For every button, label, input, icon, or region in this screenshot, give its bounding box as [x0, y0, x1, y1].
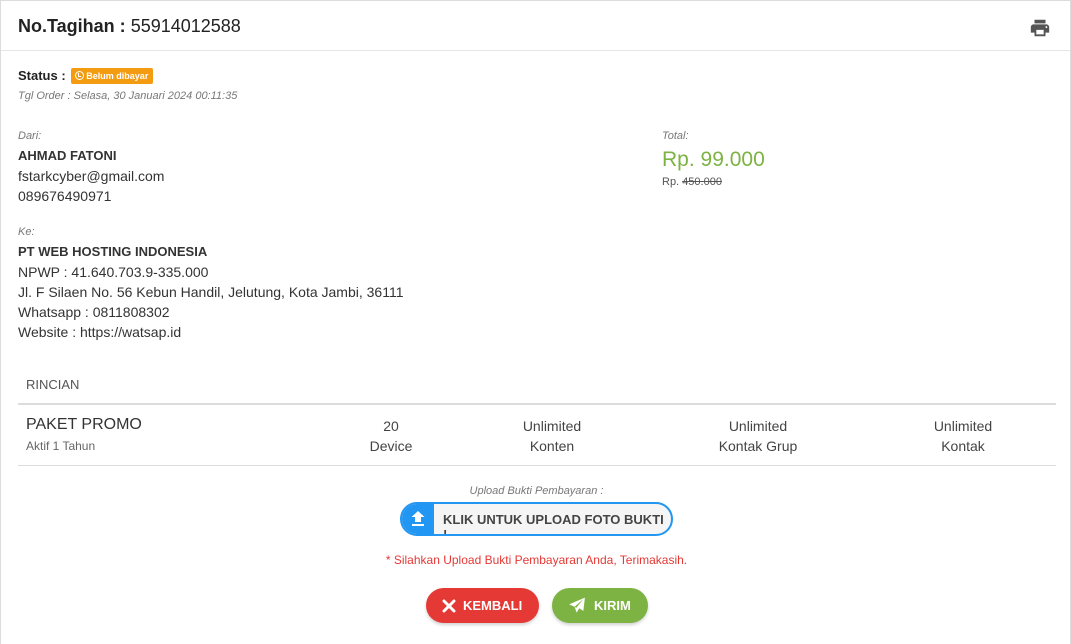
upload-proof-button[interactable]: KLIK UNTUK UPLOAD FOTO BUKTI !: [400, 502, 673, 536]
send-button-label: KIRIM: [594, 598, 631, 613]
feature-label: Kontak Grup: [718, 438, 798, 454]
details-row: PAKET PROMO Aktif 1 Tahun 20 Device Unli…: [18, 403, 1056, 466]
invoice-header: No.Tagihan : 55914012588: [1, 1, 1070, 51]
total-block: Total: Rp. 99.000 Rp. 450.000: [662, 130, 765, 188]
status-badge-text: Belum dibayar: [86, 71, 149, 81]
recipient-website: Website : https://watsap.id: [18, 324, 182, 340]
upload-button-label: KLIK UNTUK UPLOAD FOTO BUKTI !: [443, 512, 664, 536]
sender-label: Dari:: [18, 130, 42, 142]
status-row: Status : Belum dibayar: [18, 68, 154, 84]
sender-name: AHMAD FATONI: [18, 148, 117, 163]
recipient-name: PT WEB HOSTING INDONESIA: [18, 244, 208, 259]
sender-phone: 089676490971: [18, 188, 112, 204]
invoice-number-label: No.Tagihan :: [18, 16, 126, 36]
feature-value: Unlimited: [522, 418, 582, 434]
recipient-block: Ke: PT WEB HOSTING INDONESIA NPWP : 41.6…: [18, 226, 404, 342]
sender-block: Dari: AHMAD FATONI fstarkcyber@gmail.com…: [18, 130, 164, 206]
package-duration: Aktif 1 Tahun: [26, 439, 96, 453]
original-price: Rp. 450.000: [662, 176, 765, 188]
status-label: Status :: [18, 68, 66, 83]
send-button[interactable]: KIRIM: [552, 588, 648, 623]
feature-contacts: Unlimited Kontak: [903, 416, 1023, 456]
back-button[interactable]: KEMBALI: [426, 588, 539, 623]
feature-label: Kontak: [941, 438, 985, 454]
total-amount: Rp. 99.000: [662, 148, 765, 171]
invoice-number: 55914012588: [130, 16, 241, 36]
upload-icon: [402, 504, 434, 534]
feature-content: Unlimited Konten: [492, 416, 612, 456]
original-price-amount: 450.000: [682, 176, 722, 188]
feature-device: 20 Device: [331, 416, 451, 456]
send-icon: [569, 597, 585, 613]
back-button-label: KEMBALI: [463, 598, 523, 613]
recipient-whatsapp: Whatsapp : 0811808302: [18, 304, 170, 320]
status-badge: Belum dibayar: [71, 68, 154, 84]
order-date: Tgl Order : Selasa, 30 Januari 2024 00:1…: [18, 90, 238, 102]
package-name: PAKET PROMO: [26, 416, 142, 433]
details-heading: RINCIAN: [26, 377, 80, 392]
feature-label: Konten: [529, 438, 575, 454]
invoice-title: No.Tagihan : 55914012588: [18, 16, 241, 37]
feature-group-contacts: Unlimited Kontak Grup: [698, 416, 818, 456]
close-icon: [442, 599, 456, 613]
total-label: Total:: [662, 130, 689, 142]
upload-notice: * Silahkan Upload Bukti Pembayaran Anda,…: [385, 553, 688, 567]
recipient-npwp: NPWP : 41.640.703.9-335.000: [18, 264, 209, 280]
print-icon[interactable]: [1029, 17, 1051, 39]
clock-icon: [75, 71, 85, 80]
feature-label: Device: [369, 438, 413, 454]
feature-value: Unlimited: [933, 418, 993, 434]
recipient-label: Ke:: [18, 226, 35, 238]
feature-value: 20: [383, 418, 399, 434]
original-price-prefix: Rp.: [662, 176, 680, 188]
upload-label: Upload Bukti Pembayaran :: [469, 485, 604, 497]
sender-email: fstarkcyber@gmail.com: [18, 168, 165, 184]
recipient-address: Jl. F Silaen No. 56 Kebun Handil, Jelutu…: [18, 284, 404, 300]
feature-value: Unlimited: [728, 418, 788, 434]
invoice-card: No.Tagihan : 55914012588 Status : Belum …: [0, 0, 1071, 644]
package-cell: PAKET PROMO Aktif 1 Tahun: [26, 416, 142, 453]
